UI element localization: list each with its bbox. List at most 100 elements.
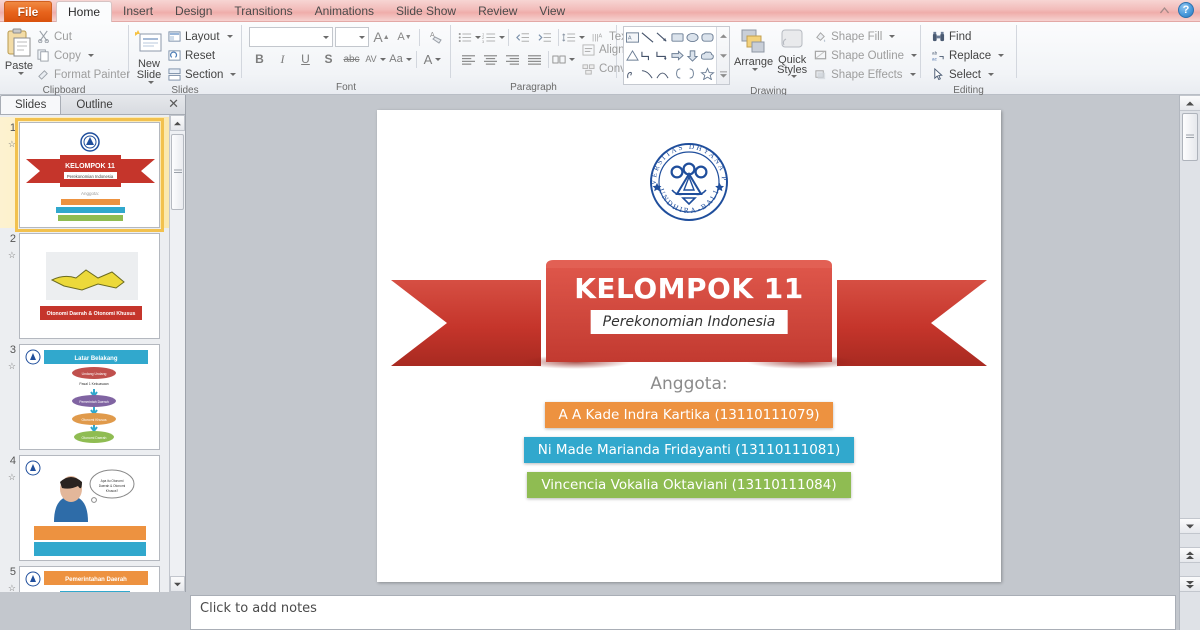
bullets-button[interactable]: [458, 27, 481, 48]
slide-edit-area[interactable]: UNIVERSITAS DHYANA PURA UNDHIRA-BALI: [187, 95, 1179, 592]
notes-placeholder[interactable]: Click to add notes: [190, 595, 1176, 630]
find-button[interactable]: Find: [929, 27, 1007, 46]
bullets-caret[interactable]: [475, 35, 481, 39]
grow-font-button[interactable]: A ▲: [371, 27, 392, 48]
align-center-button[interactable]: [480, 49, 501, 70]
list-item[interactable]: 5 ☆ Pemerintahan Daerah: [0, 561, 169, 592]
arrange-button[interactable]: Arrange: [734, 26, 773, 71]
layout-dropdown-caret[interactable]: [226, 35, 233, 38]
list-item[interactable]: 2 ☆ Otonomi Daerah & Otonomi Khusus: [0, 228, 169, 339]
shape-triangle-icon[interactable]: [625, 46, 640, 64]
member-item-2[interactable]: Ni Made Marianda Fridayanti (13110111081…: [523, 437, 855, 463]
scrollbar-thumb[interactable]: [1182, 113, 1198, 161]
ribbon-tab-insert[interactable]: Insert: [112, 1, 164, 22]
select-button[interactable]: Select: [929, 65, 1007, 84]
align-right-button[interactable]: [502, 49, 523, 70]
tab-slides[interactable]: Slides: [0, 95, 62, 114]
arrange-caret[interactable]: [752, 68, 759, 71]
shape-scribble-icon[interactable]: [625, 65, 640, 83]
shape-outline-caret[interactable]: [911, 54, 918, 57]
new-slide-button[interactable]: New Slide: [133, 26, 165, 84]
ribbon-tab-transitions[interactable]: Transitions: [223, 1, 303, 22]
ribbon-tab-review[interactable]: Review: [467, 1, 528, 22]
decrease-indent-button[interactable]: [512, 27, 533, 48]
help-button[interactable]: ?: [1178, 2, 1194, 18]
shape-rectangle-icon[interactable]: [670, 28, 685, 46]
slide-thumbnail-list[interactable]: 1 ☆ KELOMPOK 11 Perekonomian Indonesia A…: [0, 115, 169, 592]
member-item-1[interactable]: A A Kade Indra Kartika (13110111079): [544, 402, 834, 428]
slide-thumbnail-2[interactable]: Otonomi Daerah & Otonomi Khusus: [19, 233, 160, 339]
slide-thumbnail-1[interactable]: KELOMPOK 11 Perekonomian Indonesia Anggo…: [15, 118, 164, 232]
underline-button[interactable]: U: [295, 49, 316, 70]
strikethrough-button[interactable]: abc: [341, 49, 362, 70]
columns-button[interactable]: [552, 49, 575, 70]
shape-down-arrow-icon[interactable]: [685, 46, 700, 64]
justify-button[interactable]: [524, 49, 545, 70]
current-slide[interactable]: UNIVERSITAS DHYANA PURA UNDHIRA-BALI: [377, 110, 1001, 582]
layout-button[interactable]: Layout: [165, 27, 239, 46]
shape-elbow-connector-icon[interactable]: [640, 46, 655, 64]
character-spacing-button[interactable]: AV: [364, 49, 387, 70]
increase-indent-button[interactable]: [534, 27, 555, 48]
notes-pane[interactable]: Click to add notes: [187, 592, 1179, 630]
ribbon-tab-home[interactable]: Home: [56, 1, 113, 22]
file-tab[interactable]: File: [4, 1, 52, 22]
scroll-down-icon[interactable]: [170, 576, 185, 592]
shape-cloud-icon[interactable]: [700, 46, 715, 64]
reset-button[interactable]: Reset: [165, 46, 239, 65]
columns-caret[interactable]: [569, 57, 575, 61]
scroll-up-icon[interactable]: [170, 115, 185, 131]
shape-textbox-icon[interactable]: A: [625, 28, 640, 46]
scrollbar-thumb[interactable]: [171, 134, 184, 210]
shapes-gallery-more-icon[interactable]: [717, 65, 729, 84]
shape-line-icon[interactable]: [640, 28, 655, 46]
shrink-font-button[interactable]: A ▼: [394, 27, 415, 48]
tab-outline[interactable]: Outline: [61, 95, 127, 114]
shape-fill-caret[interactable]: [889, 35, 896, 38]
ribbon-tab-design[interactable]: Design: [164, 1, 223, 22]
shapes-scroll-up-icon[interactable]: [717, 27, 729, 46]
line-spacing-caret[interactable]: [579, 35, 585, 39]
title-banner[interactable]: KELOMPOK 11 Perekonomian Indonesia: [391, 254, 987, 372]
list-item[interactable]: 4 ☆ Apa itu Otonomi Daerah & Otonomi Khu…: [0, 450, 169, 561]
list-item[interactable]: 1 ☆ KELOMPOK 11 Perekonomian Indonesia A…: [0, 117, 169, 232]
replace-button[interactable]: ab ac Replace: [929, 46, 1007, 65]
shape-effects-caret[interactable]: [909, 73, 916, 76]
font-color-caret[interactable]: [435, 57, 442, 61]
align-left-button[interactable]: [458, 49, 479, 70]
list-item[interactable]: 3 ☆ Latar Belakang Undang Undang Pasal 1…: [0, 339, 169, 450]
shape-oval-icon[interactable]: [685, 28, 700, 46]
shape-right-arrow-icon[interactable]: [670, 46, 685, 64]
member-item-3[interactable]: Vincencia Vokalia Oktaviani (13110111084…: [527, 472, 851, 498]
ribbon-tab-animations[interactable]: Animations: [304, 1, 385, 22]
shape-right-brace-icon[interactable]: [685, 65, 700, 83]
change-case-caret[interactable]: [405, 57, 412, 61]
paste-dropdown-caret[interactable]: [17, 72, 24, 75]
quick-styles-button[interactable]: Quick Styles: [777, 26, 807, 78]
shape-star-icon[interactable]: [700, 65, 715, 83]
shapes-gallery-scrollbar[interactable]: [716, 27, 729, 84]
scroll-up-icon[interactable]: [1180, 95, 1200, 111]
scroll-down-icon[interactable]: [1180, 518, 1200, 534]
format-painter-button[interactable]: Format Painter: [34, 65, 133, 84]
ribbon-tab-slide-show[interactable]: Slide Show: [385, 1, 467, 22]
numbering-button[interactable]: 123: [482, 27, 505, 48]
paste-button[interactable]: Paste: [4, 26, 34, 75]
next-slide-icon[interactable]: [1180, 576, 1200, 592]
shape-rounded-rectangle-icon[interactable]: [700, 28, 715, 46]
shape-effects-button[interactable]: Shape Effects: [811, 65, 920, 84]
shape-curve-icon[interactable]: [640, 65, 655, 83]
select-caret[interactable]: [987, 73, 994, 76]
shape-fill-button[interactable]: Shape Fill: [811, 27, 920, 46]
slide-thumbnail-3[interactable]: Latar Belakang Undang Undang Pasal 1 Kek…: [19, 344, 160, 450]
shape-arrow-icon[interactable]: [655, 28, 670, 46]
ribbon-tab-view[interactable]: View: [528, 1, 576, 22]
section-dropdown-caret[interactable]: [230, 73, 237, 76]
font-size-caret[interactable]: [359, 35, 365, 39]
copy-button[interactable]: Copy: [34, 46, 133, 65]
font-name-caret[interactable]: [323, 35, 329, 39]
replace-caret[interactable]: [998, 54, 1005, 57]
shadow-button[interactable]: S: [318, 49, 339, 70]
shape-elbow-arrow-icon[interactable]: [655, 46, 670, 64]
change-case-button[interactable]: Aa: [389, 49, 412, 70]
